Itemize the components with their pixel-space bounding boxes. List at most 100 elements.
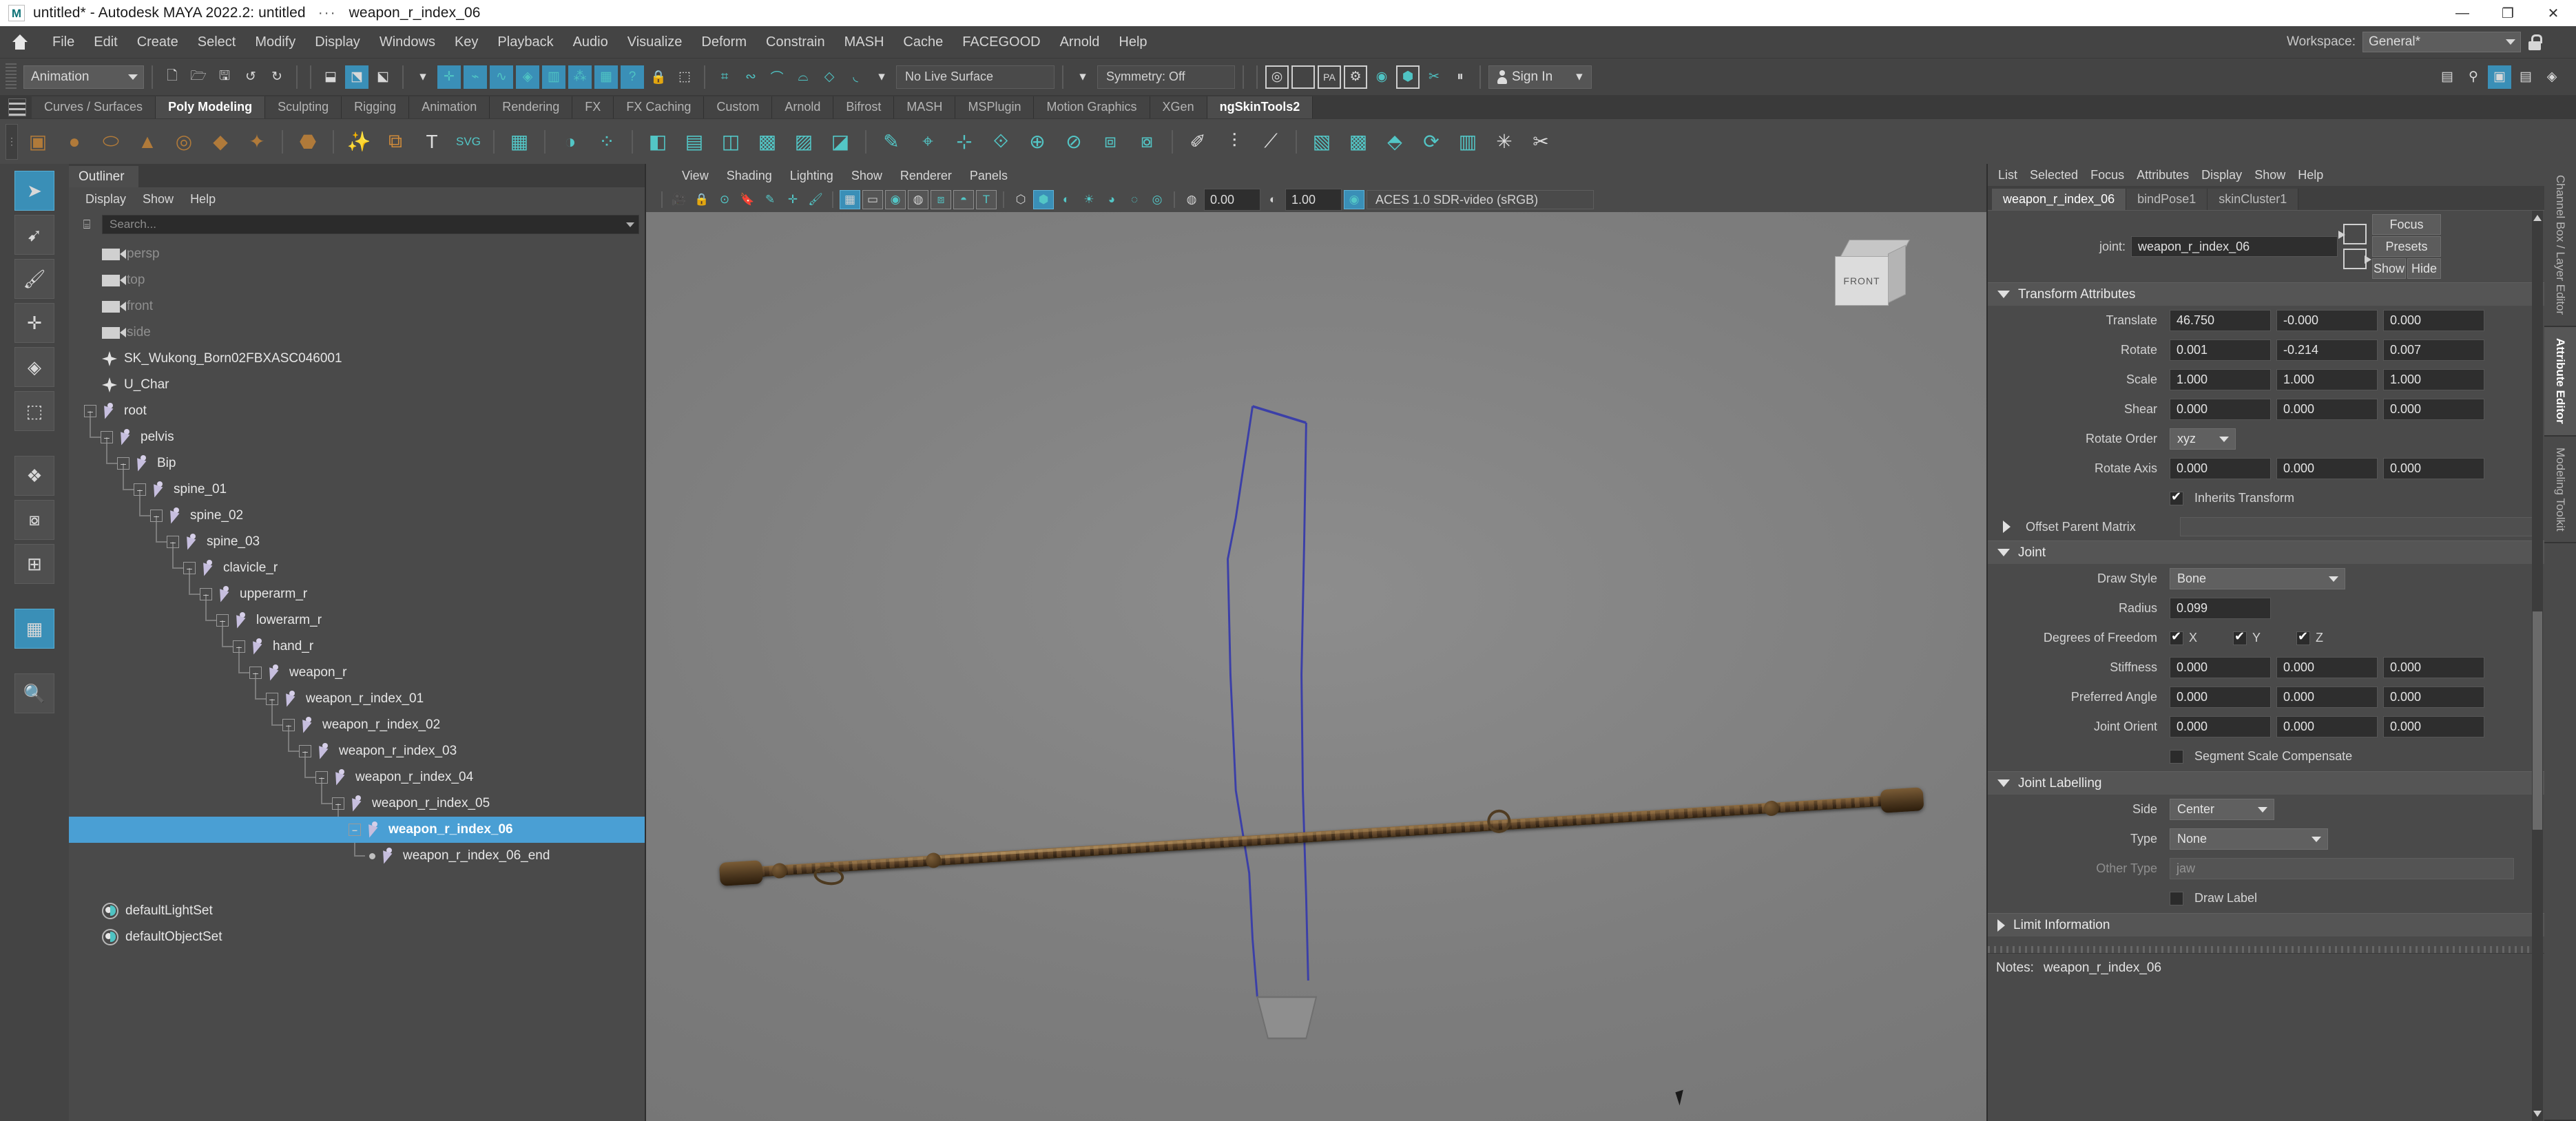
expand-collapse-icon[interactable]: – [134,483,146,496]
hypershade-icon[interactable]: ⚙ [1344,65,1367,89]
rotate-order-select[interactable]: xyz [2170,428,2236,450]
outliner-item-hand-r[interactable]: – hand_r [69,633,645,660]
expand-collapse-icon[interactable]: – [117,457,129,470]
render-sequence-icon[interactable]: ⬢ [1396,65,1420,89]
shelf-tab-sculpting[interactable]: Sculpting [265,96,342,118]
shear-z-input[interactable]: 0.000 [2383,399,2484,420]
expand-collapse-icon[interactable]: – [282,719,295,731]
outliner-item-lowerarm-r[interactable]: – lowerarm_r [69,607,645,633]
center-pivot-icon[interactable]: ⧇ [14,500,54,540]
booleans-icon[interactable]: ◧ [641,125,674,158]
transform-attributes-header[interactable]: Transform Attributes [1988,282,2544,306]
motion-blur-icon[interactable]: ◌ [1124,190,1145,209]
joint-orient-z-input[interactable]: 0.000 [2383,716,2484,737]
extrude-icon[interactable]: ▤ [678,125,711,158]
cylinder-icon[interactable]: ⬭ [94,125,127,158]
select-output-node-icon[interactable] [2343,249,2371,269]
gamma-icon[interactable]: ◍ [1181,190,1202,209]
chevron-down-icon[interactable]: ▾ [411,65,435,89]
uv-editor-icon[interactable]: ▥ [1451,125,1484,158]
smooth-shade-icon[interactable]: ◓ [953,190,974,209]
select-input-node-icon[interactable] [2338,224,2367,244]
snap-projected-icon[interactable]: ◈ [516,65,539,89]
vtab-channel-box-layer-editor[interactable]: Channel Box / Layer Editor [2544,164,2576,328]
grid-icon[interactable]: ▦ [503,125,536,158]
outliner-item-weapon-r-index-06[interactable]: – weapon_r_index_06 [69,817,645,843]
scroll-down-icon[interactable] [2533,1111,2542,1117]
expand-collapse-icon[interactable]: – [200,588,212,600]
expand-collapse-icon[interactable]: – [233,640,245,653]
outliner-menu-help[interactable]: Help [183,190,222,209]
side-select[interactable]: Center [2170,799,2274,820]
snap-texture-icon[interactable]: ▦ [594,65,618,89]
menu-arnold[interactable]: Arnold [1050,30,1110,54]
outliner-item-clavicle-r[interactable]: – clavicle_r [69,555,645,581]
magnet-arc-icon[interactable]: ◟ [844,65,867,89]
menu-constrain[interactable]: Constrain [756,30,835,54]
dof-z-checkbox[interactable] [2296,629,2311,645]
menu-facegood[interactable]: FACEGOOD [953,30,1050,54]
menu-deform[interactable]: Deform [692,30,756,54]
translate-x-input[interactable]: 46.750 [2170,310,2271,331]
move-tool[interactable]: ✛ [14,303,54,343]
shelf-tab-arnold[interactable]: Arnold [772,96,834,118]
symmetry-field[interactable]: Symmetry: Off [1097,65,1235,89]
scrollbar-thumb[interactable] [2533,611,2542,830]
preferred-angle-x-input[interactable]: 0.000 [2170,687,2271,708]
torus-icon[interactable]: ◎ [167,125,200,158]
character-icon[interactable]: ⚲ [2462,65,2485,89]
close-button[interactable]: ✕ [2531,0,2576,26]
type-select[interactable]: None [2170,828,2328,850]
menu-modify[interactable]: Modify [245,30,305,54]
maximize-button[interactable]: ❐ [2485,0,2531,26]
aa-icon[interactable]: ◎ [1147,190,1167,209]
render-view-icon[interactable]: ◉ [1370,65,1393,89]
outliner-item-weapon-r-index-02[interactable]: – weapon_r_index_02 [69,712,645,738]
outliner-item-weapon-r-index-01[interactable]: – weapon_r_index_01 [69,686,645,712]
svg-icon[interactable]: SVG [452,125,485,158]
outliner-item-persp[interactable]: persp [69,241,645,267]
camera-attr-icon[interactable]: ⊙ [714,190,735,209]
outliner-panel-tab[interactable]: Outliner [69,166,138,187]
unfold-icon[interactable]: ⬘ [1378,125,1411,158]
limit-information-header[interactable]: Limit Information [1988,913,2544,936]
menu-edit[interactable]: Edit [84,30,127,54]
expand-collapse-icon[interactable]: – [150,510,163,522]
joint-labelling-header[interactable]: Joint Labelling [1988,771,2544,795]
grid-layout-icon[interactable]: ⊞ [14,544,54,584]
radius-input[interactable]: 0.099 [2170,598,2271,619]
snap-curve-icon[interactable]: ⌁ [464,65,487,89]
shear-x-input[interactable]: 0.000 [2170,399,2271,420]
outliner-menu-display[interactable]: Display [79,190,133,209]
joint-orient-y-input[interactable]: 0.000 [2276,716,2378,737]
expand-collapse-icon[interactable]: – [249,667,262,679]
joint-name-input[interactable]: weapon_r_index_06 [2131,236,2338,257]
expand-collapse-icon[interactable]: – [167,536,179,548]
viewport-menu-view[interactable]: View [674,167,717,185]
ae-tab-weapon-r-index-06[interactable]: weapon_r_index_06 [1992,189,2127,210]
paint-select-tool[interactable]: 🖌 [14,259,54,299]
outliner-item-sk-wukong-born02fbxasc046001[interactable]: SK_Wukong_Born02FBXASC046001 [69,346,645,372]
ae-menu-show[interactable]: Show [2248,167,2292,184]
film-gate-icon[interactable]: ▭ [862,190,883,209]
vtab-attribute-editor[interactable]: Attribute Editor [2544,327,2576,437]
render-select-icon[interactable]: ⬚ [673,65,696,89]
snap-point-icon[interactable]: ∿ [490,65,513,89]
outliner-item-weapon-r-index-05[interactable]: – weapon_r_index_05 [69,790,645,817]
ae-menu-list[interactable]: List [1992,167,2024,184]
help-icon[interactable]: ? [621,65,644,89]
expand-collapse-icon[interactable]: – [315,771,328,784]
shear-y-input[interactable]: 0.000 [2276,399,2378,420]
outliner-item-weapon-r-index-04[interactable]: – weapon_r_index_04 [69,764,645,790]
menu-key[interactable]: Key [445,30,488,54]
sort-icon[interactable]: ⌸ [79,216,95,233]
render-settings-icon[interactable]: PA [1318,65,1341,89]
outliner-item-defaultobjectset[interactable]: defaultObjectSet [69,924,645,950]
exposure-icon[interactable]: ◐ [1263,190,1283,209]
outliner-item-spine-01[interactable]: – spine_01 [69,476,645,503]
ao-icon[interactable]: ◕ [1101,190,1122,209]
exposure-field[interactable]: 1.00 [1285,189,1342,211]
select-hierarchy-icon[interactable]: ⬓ [319,65,342,89]
gamma-field[interactable]: 0.00 [1204,189,1260,211]
snap-grid-icon[interactable]: ✛ [437,65,461,89]
